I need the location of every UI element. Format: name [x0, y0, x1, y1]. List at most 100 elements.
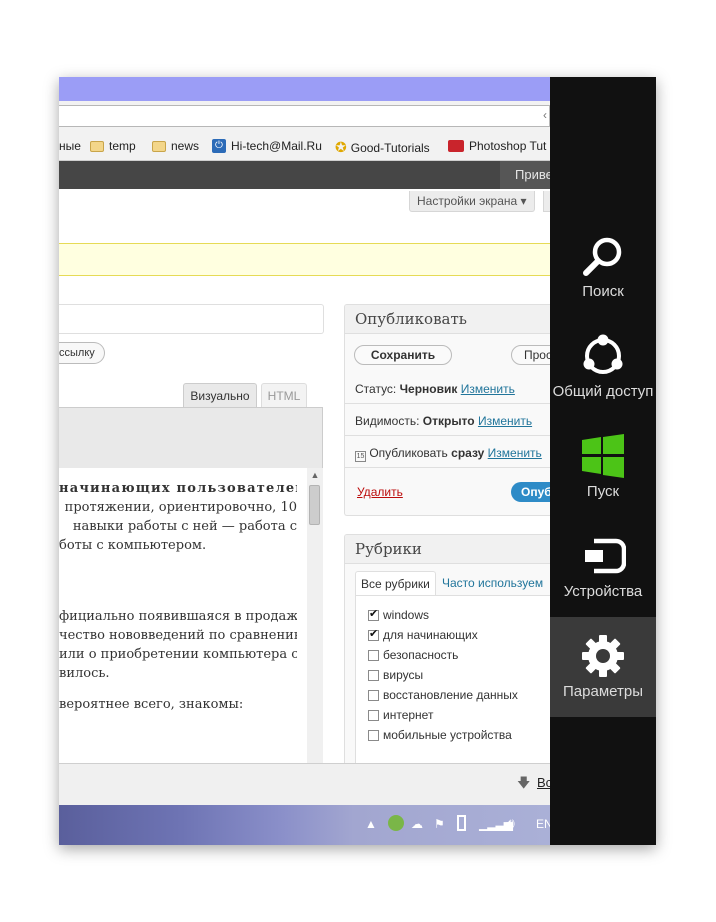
checkbox-icon[interactable] [368, 709, 379, 721]
editor-scrollbar[interactable]: ▲ [307, 468, 323, 763]
tab-visual[interactable]: Визуально [183, 383, 257, 407]
category-item[interactable]: для начинающих [368, 627, 478, 642]
editor-text-line: или о приобретении компьютера с [59, 647, 297, 662]
photoshop-icon [448, 140, 464, 152]
checkbox-checked-icon[interactable] [368, 627, 379, 641]
charm-label: Пуск [586, 483, 620, 500]
editor-content[interactable]: начинающих пользователей, протяжении, ор… [59, 468, 323, 763]
windows-start-icon [582, 434, 624, 478]
antivirus-tray-icon[interactable] [388, 815, 404, 831]
delete-link[interactable]: Удалить [357, 485, 403, 499]
bookmark-good-tutorials[interactable]: ✪ Good-Tutorials [335, 139, 430, 156]
category-label: восстановление данных [383, 688, 518, 702]
bookmark-label: ные [59, 139, 81, 153]
screen-options-button[interactable]: Настройки экрана ▾ [409, 191, 535, 212]
devices-icon [585, 538, 626, 574]
edit-visibility-link[interactable]: Изменить [478, 414, 532, 428]
publish-box-title: Опубликовать [345, 305, 550, 334]
post-title-input[interactable] [59, 304, 324, 334]
charm-devices[interactable]: Устройства [550, 517, 656, 617]
scroll-thumb[interactable] [309, 485, 320, 525]
preview-button[interactable]: Просм [511, 345, 550, 365]
bookmark-hitech[interactable]: ⏻ Hi-tech@Mail.Ru [212, 139, 322, 153]
bookmarks-bar: ные temp news ⏻ Hi-tech@Mail.Ru ✪ Good-T… [59, 131, 550, 161]
address-input[interactable]: ‹ [59, 105, 550, 127]
charm-label: Параметры [563, 683, 643, 700]
charm-settings[interactable]: Параметры [550, 617, 656, 717]
editor-text-line: боты с компьютером. [59, 538, 207, 553]
bookmark-label: Good-Tutorials [350, 140, 430, 155]
folder-icon [90, 140, 104, 152]
permalink-button[interactable]: ссылку [59, 342, 105, 364]
editor-text-line: вилось. [59, 666, 110, 681]
battery-icon[interactable] [457, 815, 466, 831]
categories-box: Рубрики Все рубрики Часто используем win… [344, 534, 550, 794]
desktop-screen: ‹ ные temp news ⏻ Hi-tech@Mail.Ru ✪ Good… [59, 77, 656, 845]
tab-html[interactable]: HTML [261, 383, 307, 407]
categories-box-title: Рубрики [345, 535, 550, 564]
visibility-value: Открыто [422, 414, 475, 428]
category-item[interactable]: вирусы [368, 668, 423, 682]
category-item[interactable]: мобильные устройства [368, 728, 512, 742]
share-icon [583, 334, 623, 374]
address-bar-area: ‹ [59, 101, 550, 131]
volume-icon[interactable]: 🔊︎ [506, 815, 515, 832]
flag-tray-icon[interactable]: ⚑ [434, 817, 445, 831]
bookmark-photoshop[interactable]: Photoshop Tut [448, 139, 546, 153]
checkbox-icon[interactable] [368, 689, 379, 701]
delete-row: Удалить [357, 485, 403, 499]
divider [345, 435, 550, 436]
bookmark-label: news [171, 139, 200, 153]
edit-publish-time-link[interactable]: Изменить [488, 446, 542, 460]
category-label: интернет [383, 708, 434, 722]
charm-share[interactable]: Общий доступ [550, 317, 656, 417]
charm-start[interactable]: Пуск [550, 417, 656, 517]
tab-popular-categories[interactable]: Часто используем [437, 571, 548, 595]
checkbox-icon[interactable] [368, 669, 379, 681]
editor-text-line: вероятнее всего, знакомы: [59, 697, 244, 712]
publish-time-row: 15 Опубликовать сразу Изменить [355, 446, 542, 462]
charms-bar: Поиск Общий доступ Пуск Устройства Парам… [550, 77, 656, 845]
divider [345, 403, 550, 404]
category-label: мобильные устройства [383, 728, 512, 742]
browser-title-bar [59, 77, 550, 101]
mailru-icon: ⏻ [212, 139, 226, 153]
checkbox-icon[interactable] [368, 649, 379, 661]
checkbox-checked-icon[interactable] [368, 607, 379, 621]
charm-label: Устройства [563, 583, 643, 600]
category-item[interactable]: безопасность [368, 648, 458, 662]
bookmark-item[interactable]: ные [59, 139, 81, 153]
tab-all-categories[interactable]: Все рубрики [355, 571, 436, 596]
editor-text-line: начинающих пользователей, [59, 481, 297, 496]
search-icon [583, 237, 622, 276]
category-item[interactable]: windows [368, 607, 430, 622]
edit-status-link[interactable]: Изменить [461, 382, 515, 396]
settings-gear-icon [582, 635, 624, 677]
editor-text-line: фициально появившаяся в продаже [59, 609, 297, 624]
permalink-button-label: ссылку [59, 347, 95, 359]
category-label: вирусы [383, 668, 424, 682]
bookmark-folder-temp[interactable]: temp [90, 139, 136, 153]
categories-tabs: Все рубрики Часто используем [355, 571, 550, 596]
address-back-icon[interactable]: ‹ [543, 108, 547, 122]
save-draft-button[interactable]: Сохранить [354, 345, 452, 365]
checkbox-icon[interactable] [368, 729, 379, 741]
publish-box: Опубликовать Сохранить Просм Статус: Чер… [344, 304, 550, 516]
editor-toolbar [59, 407, 323, 468]
status-label: Статус: [355, 382, 397, 396]
charm-search[interactable]: Поиск [550, 217, 656, 317]
visibility-label: Видимость: [355, 414, 420, 428]
bookmark-label: Hi-tech@Mail.Ru [231, 139, 322, 153]
category-label: windows [383, 608, 430, 622]
editor-text-line: протяжении, ориентировочно, 10 [64, 500, 297, 515]
windows-taskbar: ▲ ☁ ⚑ ▁▂▃▅ 🔊︎ EN [59, 805, 553, 845]
cloud-tray-icon[interactable]: ☁ [411, 817, 423, 831]
tray-overflow-icon[interactable]: ▲ [365, 817, 377, 831]
bookmark-label: temp [109, 139, 136, 153]
charm-label: Общий доступ [552, 383, 654, 400]
category-item[interactable]: интернет [368, 708, 433, 722]
scroll-up-arrow-icon[interactable]: ▲ [307, 470, 323, 480]
category-item[interactable]: восстановление данных [368, 688, 518, 702]
bookmark-folder-news[interactable]: news [152, 139, 199, 153]
publish-button[interactable]: Опубл [511, 482, 550, 502]
